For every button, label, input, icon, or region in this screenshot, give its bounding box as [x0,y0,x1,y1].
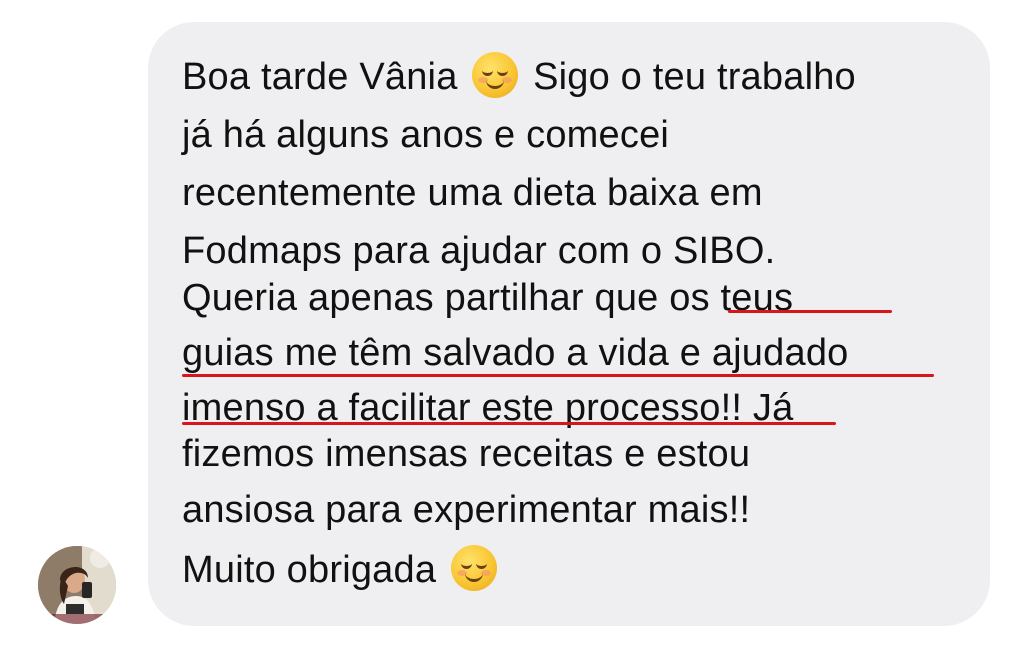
smiling-face-icon [472,52,519,98]
highlight-underline-1 [728,310,892,313]
avatar[interactable] [38,546,116,624]
message-line-1: Boa tarde Vânia Sigo o teu trabalho [182,48,856,106]
message-line-2: já há alguns anos e comecei [182,114,670,156]
profile-photo-icon [38,546,116,624]
message-text-1: Boa tarde Vânia [182,56,458,98]
message-line-10: Muito obrigada [182,541,501,599]
message-line-8: fizemos imensas receitas e estou [182,433,751,475]
smiling-face-icon [450,545,497,591]
highlight-underline-3 [182,422,836,425]
message-line-9: ansiosa para experimentar mais!! [182,489,751,531]
message-line-5: Queria apenas partilhar que os teus [182,277,794,319]
message-text-2: Sigo o teu trabalho [533,56,856,98]
highlight-underline-2 [182,374,934,377]
message-line-3: recentemente uma dieta baixa em [182,172,763,214]
message-text-closing: Muito obrigada [182,549,437,591]
